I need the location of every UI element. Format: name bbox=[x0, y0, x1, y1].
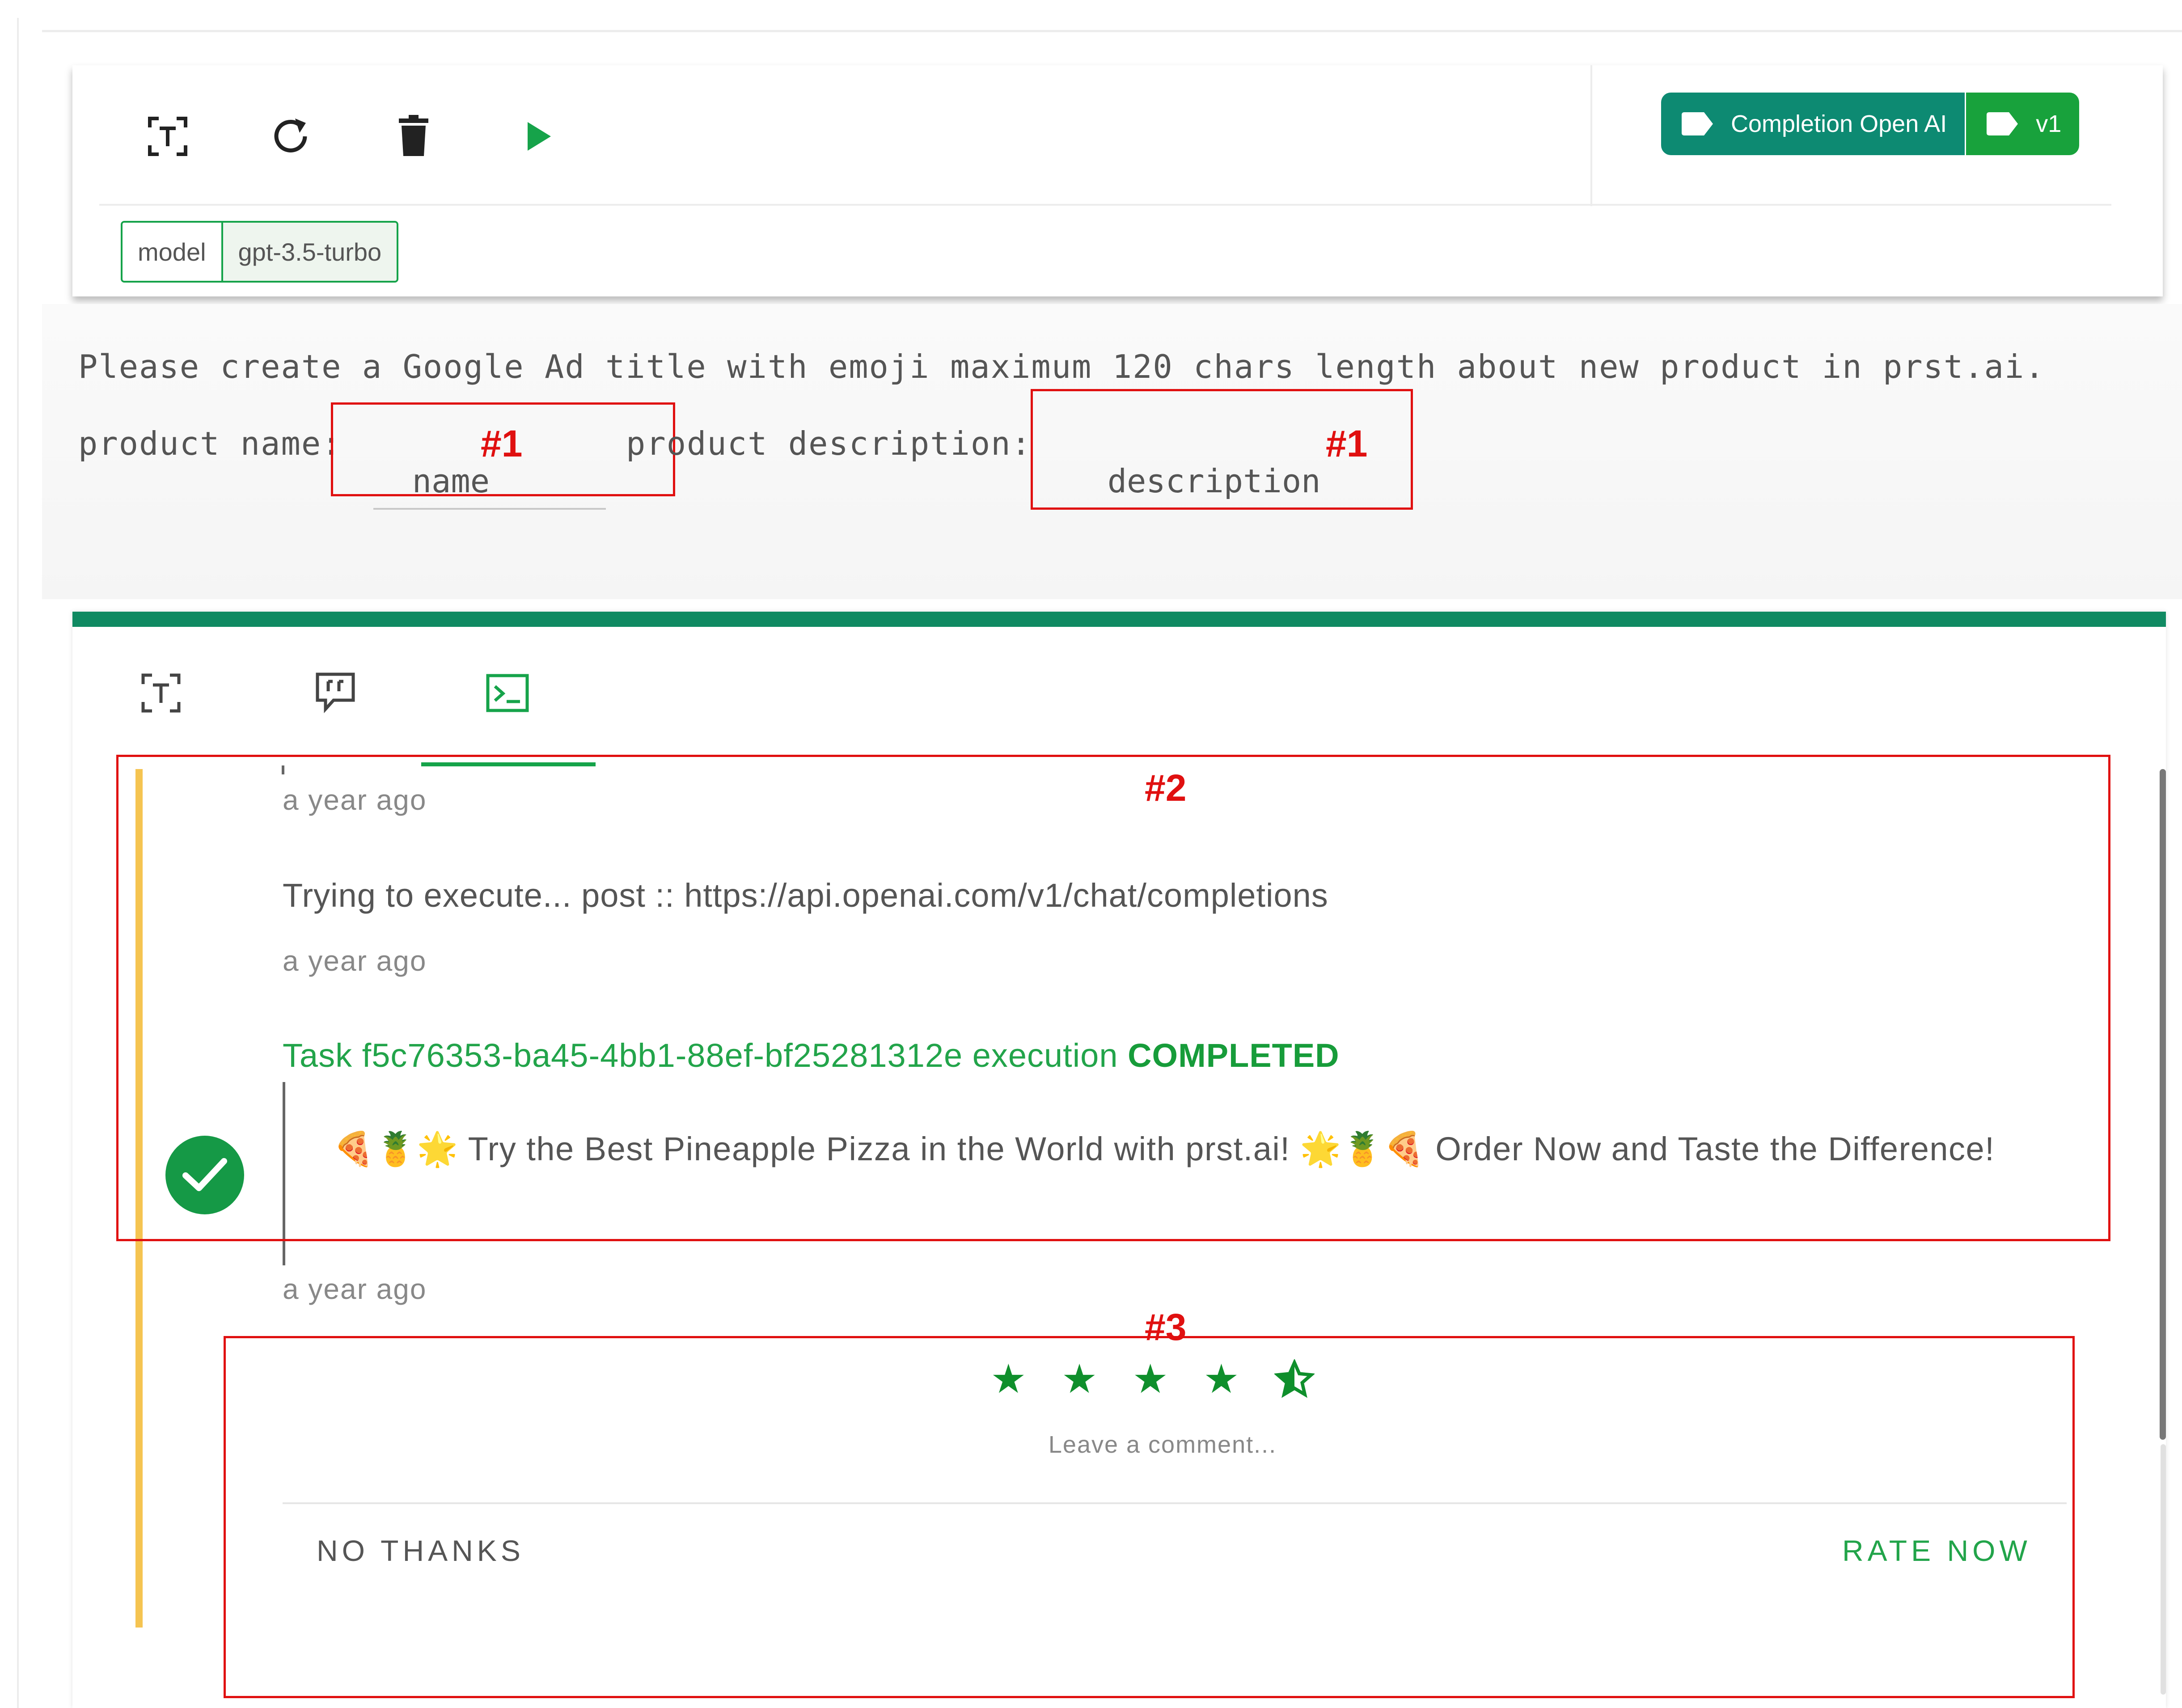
product-name-label: product name: bbox=[78, 425, 342, 462]
model-tag-value: gpt-3.5-turbo bbox=[221, 223, 397, 281]
comment-input[interactable]: Leave a comment... bbox=[1028, 1431, 1297, 1459]
integration-badge-version-label: v1 bbox=[2036, 110, 2062, 137]
integration-badge[interactable]: Completion Open AI v1 bbox=[1661, 93, 2080, 155]
star-rating[interactable]: ★ ★ ★ ★ bbox=[990, 1358, 1315, 1406]
scrollbar-thumb[interactable] bbox=[2160, 769, 2166, 1440]
scrollbar-track[interactable] bbox=[2161, 1444, 2166, 1695]
tab-terminal[interactable] bbox=[478, 664, 537, 722]
prompt-line-1: Please create a Google Ad title with emo… bbox=[78, 348, 2045, 385]
annotation-box-1-name bbox=[331, 402, 675, 496]
refresh-icon[interactable] bbox=[266, 112, 315, 161]
tag-icon bbox=[1987, 112, 2018, 135]
integration-badge-version[interactable]: v1 bbox=[1965, 93, 2080, 155]
integration-badge-name[interactable]: Completion Open AI bbox=[1661, 93, 1965, 155]
quote-icon bbox=[316, 672, 355, 714]
top-divider bbox=[42, 30, 2182, 32]
star-2-icon[interactable]: ★ bbox=[1061, 1359, 1098, 1406]
model-tag[interactable]: model gpt-3.5-turbo bbox=[121, 221, 399, 283]
terminal-icon bbox=[486, 674, 529, 712]
product-description-label: product description: bbox=[626, 425, 1032, 462]
model-tag-key: model bbox=[123, 223, 221, 281]
star-3-icon[interactable]: ★ bbox=[1132, 1359, 1168, 1406]
timestamp-3: a year ago bbox=[283, 1273, 427, 1305]
star-4-icon[interactable]: ★ bbox=[1203, 1359, 1239, 1406]
no-thanks-button[interactable]: NO THANKS bbox=[317, 1534, 524, 1568]
star-half-icon[interactable] bbox=[1273, 1358, 1315, 1406]
star-1-icon[interactable]: ★ bbox=[990, 1359, 1027, 1406]
tab-text-format[interactable] bbox=[132, 664, 190, 722]
rate-now-button[interactable]: RATE NOW bbox=[1842, 1534, 2031, 1568]
text-format-icon bbox=[141, 673, 181, 713]
rating-divider bbox=[283, 1502, 2067, 1504]
play-icon[interactable] bbox=[514, 112, 563, 161]
trash-icon[interactable] bbox=[389, 112, 438, 161]
header-horizontal-divider bbox=[99, 204, 2111, 206]
header-vertical-divider bbox=[1590, 65, 1592, 206]
annotation-box-1-description bbox=[1031, 389, 1413, 510]
text-format-icon[interactable] bbox=[143, 112, 192, 161]
tab-quote[interactable] bbox=[306, 664, 364, 722]
integration-badge-label: Completion Open AI bbox=[1731, 110, 1947, 137]
tag-icon bbox=[1682, 112, 1713, 135]
annotation-box-2 bbox=[116, 755, 2110, 1241]
left-divider bbox=[17, 18, 19, 1708]
